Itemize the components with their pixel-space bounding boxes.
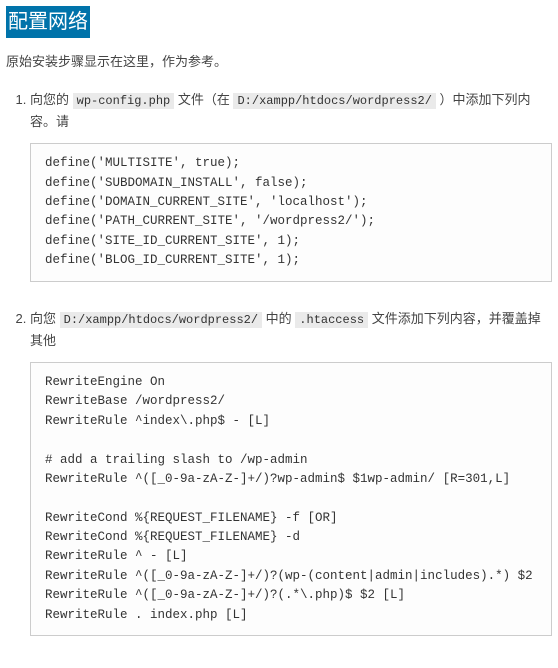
step-2-code-htaccess: .htaccess: [295, 312, 368, 328]
step-1-code-wpconfig: wp-config.php: [73, 93, 175, 109]
code-block-wpconfig[interactable]: define('MULTISITE', true); define('SUBDO…: [30, 143, 552, 281]
page-title: 配置网络: [6, 6, 90, 38]
step-2-text: 向您 D:/xampp/htdocs/wordpress2/ 中的 .htacc…: [30, 311, 541, 348]
step-2-code-path: D:/xampp/htdocs/wordpress2/: [60, 312, 262, 328]
step-1-code-path: D:/xampp/htdocs/wordpress2/: [233, 93, 435, 109]
steps-list: 向您的 wp-config.php 文件（在 D:/xampp/htdocs/w…: [6, 89, 552, 636]
step-1-mid: 文件（在: [174, 92, 233, 107]
step-2-prefix: 向您: [30, 311, 60, 326]
step-2-mid: 中的: [262, 311, 295, 326]
step-1-prefix: 向您的: [30, 92, 73, 107]
code-block-htaccess[interactable]: RewriteEngine On RewriteBase /wordpress2…: [30, 362, 552, 636]
step-1-text: 向您的 wp-config.php 文件（在 D:/xampp/htdocs/w…: [30, 92, 531, 129]
intro-text: 原始安装步骤显示在这里，作为参考。: [6, 52, 552, 73]
step-item-2: 向您 D:/xampp/htdocs/wordpress2/ 中的 .htacc…: [30, 308, 552, 636]
step-item-1: 向您的 wp-config.php 文件（在 D:/xampp/htdocs/w…: [30, 89, 552, 282]
